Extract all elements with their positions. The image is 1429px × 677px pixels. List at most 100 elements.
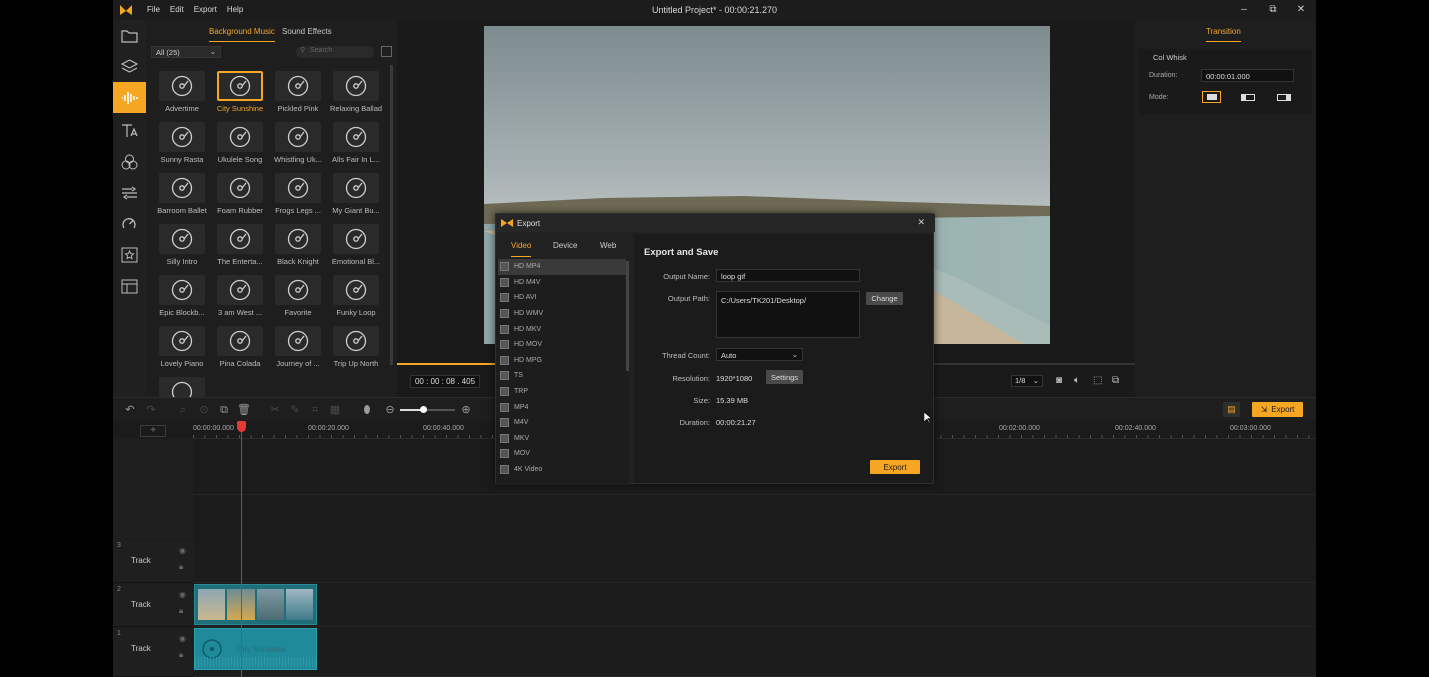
lock-icon[interactable]: 🔒︎ (179, 562, 183, 572)
mosaic-icon[interactable]: ▦ (328, 403, 342, 417)
tab-transition[interactable]: Transition (1206, 27, 1241, 42)
music-tile[interactable] (275, 326, 321, 356)
layers-icon[interactable] (118, 55, 141, 78)
music-tile[interactable] (159, 377, 205, 397)
marker-icon[interactable]: ⬮ (360, 403, 374, 417)
crop-icon[interactable]: ⬚ (1093, 375, 1102, 386)
music-tile[interactable] (159, 275, 205, 305)
video-clip[interactable] (194, 584, 317, 625)
category-filter[interactable]: All (25) ⌄ (151, 46, 221, 58)
music-tile[interactable] (275, 224, 321, 254)
render-icon[interactable]: ▤ (1223, 402, 1240, 417)
format-item[interactable]: HD WMV (498, 306, 626, 322)
format-item[interactable]: HD AVI (498, 290, 626, 306)
tab-device[interactable]: Device (553, 241, 577, 250)
music-tile[interactable] (217, 326, 263, 356)
snapshot-icon[interactable]: ◙ (1056, 375, 1062, 386)
format-item[interactable]: MOV (498, 446, 626, 462)
track-row-3[interactable] (193, 540, 1316, 583)
close-button[interactable]: ✕ (1293, 4, 1309, 15)
mode-right-button[interactable] (1274, 91, 1293, 103)
eye-icon[interactable]: ◉ (179, 634, 186, 643)
cut-icon[interactable]: ✂ (268, 403, 282, 417)
audio-clip[interactable]: City Sunshine (194, 628, 317, 670)
music-tile[interactable] (159, 173, 205, 203)
mode-center-button[interactable] (1202, 91, 1221, 103)
delete-icon[interactable]: 🗑︎ (237, 403, 251, 417)
add-track-button[interactable]: + (140, 425, 166, 437)
volume-icon[interactable]: 🔈︎ (1074, 375, 1080, 386)
track-row-1[interactable] (193, 628, 1316, 677)
track-row-2[interactable] (193, 584, 1316, 627)
transitions-icon[interactable] (118, 181, 141, 204)
favorites-icon[interactable] (118, 243, 141, 266)
format-item[interactable]: TRP (498, 384, 626, 400)
restore-button[interactable]: ⧉ (1265, 4, 1281, 15)
tab-background-music[interactable]: Background Music (209, 27, 275, 42)
output-path-input[interactable]: C:/Users/TK201/Desktop/ (716, 291, 860, 338)
template-icon[interactable] (118, 275, 141, 298)
tab-video[interactable]: Video (511, 241, 532, 257)
audio-icon[interactable] (113, 82, 146, 113)
format-item[interactable]: HD MP4 (498, 259, 626, 275)
music-tile[interactable] (217, 275, 263, 305)
grid-view-icon[interactable] (381, 46, 392, 57)
sticker-icon[interactable] (118, 212, 141, 235)
redo-icon[interactable]: ↷ (144, 403, 158, 417)
music-tile[interactable] (333, 71, 379, 101)
effects-icon[interactable] (118, 150, 141, 173)
folder-icon[interactable] (118, 24, 141, 47)
settings-button[interactable]: Settings (766, 370, 803, 384)
music-tile[interactable] (333, 122, 379, 152)
music-tile[interactable] (217, 71, 263, 101)
text-icon[interactable] (118, 119, 141, 142)
music-tile[interactable] (217, 224, 263, 254)
music-tile[interactable] (275, 173, 321, 203)
dialog-close-button[interactable]: ✕ (917, 217, 925, 228)
eye-icon[interactable]: ◉ (179, 590, 186, 599)
change-path-button[interactable]: Change (866, 292, 903, 305)
duplicate-icon[interactable]: ⧉ (217, 403, 231, 417)
split-icon[interactable]: ✎ (288, 403, 302, 417)
format-item[interactable]: HD M4V (498, 275, 626, 291)
tab-web[interactable]: Web (600, 241, 616, 250)
music-tile[interactable] (333, 224, 379, 254)
crop-tool-icon[interactable]: ⌗ (308, 403, 322, 417)
format-item[interactable]: 4K Video (498, 462, 626, 478)
thread-count-select[interactable]: Auto ⌄ (716, 348, 803, 361)
format-item[interactable]: HD MOV (498, 337, 626, 353)
format-list-scrollbar[interactable] (626, 261, 629, 371)
music-tile[interactable] (217, 122, 263, 152)
music-tile[interactable] (217, 173, 263, 203)
format-item[interactable]: M4V (498, 415, 626, 431)
mode-left-button[interactable] (1238, 91, 1257, 103)
playhead-handle[interactable] (237, 421, 246, 432)
minimize-button[interactable]: – (1236, 4, 1252, 15)
music-tile[interactable] (275, 122, 321, 152)
zoom-out-icon[interactable]: ⊖ (383, 403, 397, 417)
tab-sound-effects[interactable]: Sound Effects (282, 27, 332, 36)
eye-icon[interactable]: ◉ (179, 546, 186, 555)
music-tile[interactable] (159, 71, 205, 101)
lock-icon[interactable]: 🔒︎ (179, 606, 183, 616)
music-tile[interactable] (333, 173, 379, 203)
music-tile[interactable] (159, 224, 205, 254)
format-item[interactable]: MP4 (498, 399, 626, 415)
export-button[interactable]: Export (870, 460, 920, 474)
music-tile[interactable] (159, 122, 205, 152)
lock-icon[interactable]: 🔒︎ (179, 650, 183, 660)
zoom-slider-handle[interactable] (420, 406, 427, 413)
undo-icon[interactable]: ↶ (123, 403, 137, 417)
music-tile[interactable] (333, 326, 379, 356)
music-tile[interactable] (333, 275, 379, 305)
zoom-fit-icon[interactable]: ⌕ (176, 403, 190, 417)
music-tile[interactable] (275, 275, 321, 305)
preview-zoom-select[interactable]: 1/8 ⌄ (1011, 375, 1043, 387)
search-input[interactable]: ⚲ Search (296, 46, 374, 58)
format-item[interactable]: HD MKV (498, 321, 626, 337)
music-tile[interactable] (159, 326, 205, 356)
fullscreen-icon[interactable]: ⧉ (1112, 375, 1119, 386)
output-name-input[interactable]: loop gif (716, 269, 860, 282)
format-item[interactable]: HD MPG (498, 353, 626, 369)
format-item[interactable]: MKV (498, 431, 626, 447)
